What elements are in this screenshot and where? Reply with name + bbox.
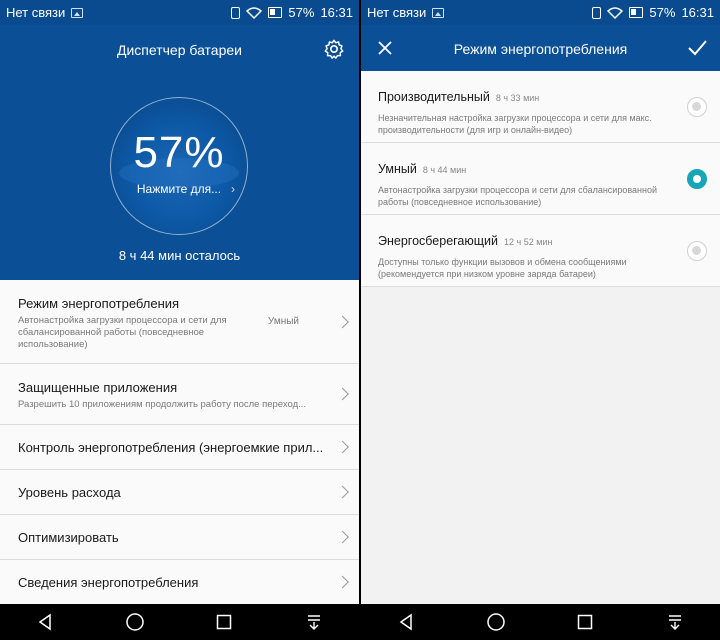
battery-icon [268, 7, 283, 18]
recents-icon[interactable] [212, 610, 236, 634]
option-description: Автонастройка загрузки процессора и сети… [378, 185, 657, 207]
wifi-icon [246, 6, 263, 19]
row-subtitle: Автонастройка загрузки процессора и сети… [18, 315, 227, 350]
clock: 16:31 [320, 5, 353, 20]
tap-hint: Нажмите для... [136, 182, 222, 196]
option-performance[interactable]: Производительный 8 ч 33 мин Незначительна… [361, 71, 720, 143]
home-icon[interactable] [123, 610, 147, 634]
power-control-row[interactable]: Контроль энергопотребления (энергоемкие … [0, 425, 359, 470]
battery-percent: 57% [649, 5, 676, 20]
gear-icon[interactable] [323, 38, 345, 60]
notification-pull-icon[interactable] [663, 610, 687, 634]
battery-manager-screen: Нет связи 57% 16:31 Диспетчер батареи 57… [0, 0, 359, 640]
carrier-info: Нет связи [6, 5, 231, 20]
wifi-icon [607, 6, 624, 19]
back-icon[interactable] [394, 610, 418, 634]
settings-list: Режим энергопотребления Автонастройка за… [0, 280, 359, 604]
vibrate-icon [592, 6, 602, 19]
row-title: Режим энергопотребления [18, 296, 180, 311]
option-time: 8 ч 44 мин [422, 165, 467, 175]
protected-apps-row[interactable]: Защищенные приложения Разрешить 10 прило… [0, 364, 359, 425]
vibrate-icon [231, 6, 241, 19]
status-bar: Нет связи 57% 16:31 [0, 0, 359, 25]
radio-button[interactable] [687, 97, 707, 117]
chevron-right-icon [336, 315, 349, 328]
row-title: Сведения энергопотребления [18, 575, 199, 590]
row-value: Умный [267, 316, 299, 327]
navigation-bar [0, 604, 359, 640]
image-notification-icon [432, 7, 445, 18]
recents-icon[interactable] [573, 610, 597, 634]
power-mode-screen: Нет связи 57% 16:31 Режим энергопотребле… [361, 0, 720, 640]
check-icon[interactable] [686, 37, 708, 59]
clock: 16:31 [681, 5, 714, 20]
time-remaining: 8 ч 44 мин осталось [118, 248, 241, 263]
battery-icon [629, 7, 644, 18]
option-smart[interactable]: Умный 8 ч 44 мин Автонастройка загрузки п… [361, 143, 720, 215]
row-title: Уровень расхода [18, 485, 121, 500]
status-bar: Нет связи 57% 16:31 [361, 0, 720, 25]
consumption-details-row[interactable]: Сведения энергопотребления [0, 560, 359, 604]
battery-level-ring[interactable]: 57% Нажмите для... › [110, 97, 248, 235]
optimize-row[interactable]: Оптимизировать [0, 515, 359, 560]
option-description: Доступны только функции вызовов и обмена… [378, 257, 627, 279]
radio-button-selected[interactable] [687, 169, 707, 189]
option-description: Незначительная настройка загрузки процес… [378, 113, 652, 135]
option-power-saving[interactable]: Энергосберегающий 12 ч 52 мин Доступны то… [361, 215, 720, 287]
power-mode-options: Производительный 8 ч 33 мин Незначительна… [361, 71, 720, 287]
carrier-info: Нет связи [367, 5, 592, 20]
option-time: 8 ч 33 мин [495, 93, 540, 103]
page-title: Режим энергопотребления [453, 41, 628, 57]
radio-button[interactable] [687, 241, 707, 261]
battery-percent: 57% [288, 5, 315, 20]
power-mode-row[interactable]: Режим энергопотребления Автонастройка за… [0, 280, 359, 364]
home-icon[interactable] [484, 610, 508, 634]
option-time: 12 ч 52 мин [504, 237, 553, 247]
option-name: Производительный [378, 90, 490, 104]
row-title: Контроль энергопотребления (энергоемкие … [18, 440, 324, 455]
notification-pull-icon[interactable] [302, 610, 326, 634]
consumption-level-row[interactable]: Уровень расхода [0, 470, 359, 515]
carrier-label: Нет связи [6, 5, 66, 20]
option-name: Энергосберегающий [378, 234, 499, 248]
image-notification-icon [71, 7, 84, 18]
power-mode-header: Режим энергопотребления [361, 25, 720, 71]
row-subtitle: Разрешить 10 приложениям продолжить рабо… [18, 399, 307, 410]
row-title: Оптимизировать [18, 530, 119, 545]
status-right: 57% 16:31 [592, 5, 714, 20]
page-title: Диспетчер батареи [117, 42, 242, 58]
navigation-bar [361, 604, 720, 640]
carrier-label: Нет связи [367, 5, 427, 20]
chevron-right-icon: › [231, 182, 235, 196]
back-icon[interactable] [33, 610, 57, 634]
battery-header: Диспетчер батареи 57% Нажмите для... › 8… [0, 25, 359, 280]
row-title: Защищенные приложения [18, 380, 178, 395]
battery-percentage: 57% [133, 128, 225, 177]
status-right: 57% 16:31 [231, 5, 353, 20]
screens: Нет связи 57% 16:31 Диспетчер батареи 57… [0, 0, 720, 640]
option-name: Умный [378, 162, 417, 176]
